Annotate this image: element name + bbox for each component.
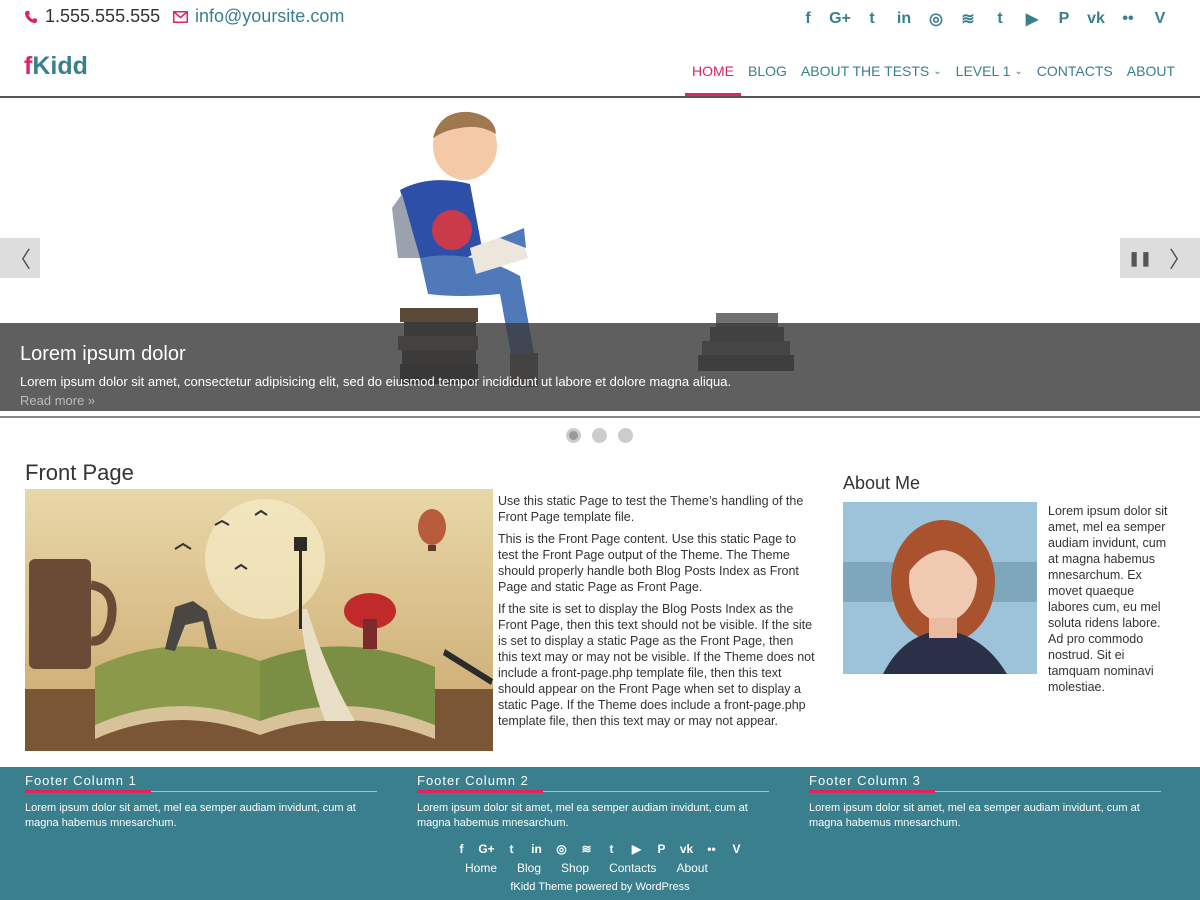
nav-item-label: HOME (691, 63, 734, 79)
nav-item-label: CONTACTS (1036, 63, 1113, 79)
main-navigation: HOME BLOG ABOUT THE TESTS ⌄ LEVEL 1 ⌄ CONTACTS… (684, 46, 1182, 96)
page-title: Front Page (25, 460, 134, 485)
pinterest-icon[interactable]: P (649, 841, 674, 857)
top-bar: 1.555.555.555 info@yoursite.com f G+ t in ◎ ≋… (0, 0, 1200, 36)
phone-contact[interactable]: 1.555.555.555 (24, 6, 160, 27)
rss-icon[interactable]: ≋ (574, 841, 599, 857)
slide-text: Lorem ipsum dolor sit amet, consectetur … (20, 374, 732, 389)
footer-link-contacts[interactable]: Contacts (599, 861, 666, 875)
footer-column-title: Footer Column 1 (25, 773, 377, 793)
email-address: info@yoursite.com (195, 6, 345, 26)
content-paragraph: This is the Front Page content. Use this… (498, 532, 799, 594)
nav-item-contacts[interactable]: CONTACTS (1030, 46, 1120, 96)
rss-icon[interactable]: ≋ (952, 8, 984, 30)
vk-icon[interactable]: vk (1080, 8, 1112, 30)
slider-dot[interactable] (566, 428, 581, 443)
pause-icon: ❚❚ (1128, 249, 1152, 266)
about-me-title: About Me (843, 473, 921, 493)
content-paragraph: If the site is set to display the Blog P… (498, 602, 815, 728)
pinterest-icon[interactable]: P (1048, 8, 1080, 30)
footer-column-title: Footer Column 3 (809, 773, 1161, 793)
slider-pagination (566, 428, 633, 443)
facebook-icon[interactable]: f (449, 841, 474, 857)
flickr-icon[interactable]: •• (699, 841, 724, 857)
slider-pause-button[interactable]: ❚❚ (1120, 238, 1160, 278)
phone-icon (24, 10, 38, 24)
content-paragraph: Use this static Page to test the Theme’s… (498, 494, 804, 524)
nav-item-level-1[interactable]: LEVEL 1 ⌄ (949, 46, 1030, 96)
page-content: Use this static Page to test the Theme’s… (498, 493, 816, 735)
slider-prev-button[interactable]: 〈 (0, 238, 40, 278)
vine-icon[interactable]: V (1144, 8, 1176, 30)
linkedin-icon[interactable]: in (888, 8, 920, 30)
social-icons-header: f G+ t in ◎ ≋ t ▶ Pvk •• V (792, 8, 1176, 30)
footer-column-title: Footer Column 2 (417, 773, 769, 793)
slider-dot[interactable] (618, 428, 633, 443)
nav-item-label: LEVEL 1 (955, 63, 1011, 79)
linkedin-icon[interactable]: in (524, 841, 549, 857)
featured-image (25, 489, 493, 751)
google-plus-icon[interactable]: G+ (474, 841, 499, 857)
nav-item-about[interactable]: ABOUT (1120, 46, 1182, 96)
twitter-icon[interactable]: t (499, 841, 524, 857)
footer-column-3: Footer Column 3 Lorem ipsum dolor sit am… (809, 773, 1161, 831)
social-icons-footer: f G+ t in ◎ ≋ t ▶ Pvk •• V (449, 841, 749, 857)
about-me-photo (843, 502, 1037, 674)
slider-next-button[interactable]: 〉 (1160, 238, 1200, 278)
slider-divider (0, 416, 1200, 418)
footer-link-shop[interactable]: Shop (551, 861, 599, 875)
logo-part-2: Kidd (32, 52, 88, 80)
site-header: fKidd HOME BLOG ABOUT THE TESTS ⌄ LEVEL 1 ⌄ CO… (0, 46, 1200, 96)
about-me-text: Lorem ipsum dolor sit amet, mel ea sempe… (1048, 504, 1168, 694)
slider-dot[interactable] (592, 428, 607, 443)
nav-item-blog[interactable]: BLOG (741, 46, 794, 96)
footer-link-blog[interactable]: Blog (507, 861, 551, 875)
slide-read-more-link[interactable]: Read more » (20, 393, 1180, 408)
nav-item-label: ABOUT (1126, 63, 1175, 79)
footer-column-1: Footer Column 1 Lorem ipsum dolor sit am… (25, 773, 377, 831)
tumblr-icon[interactable]: t (599, 841, 624, 857)
instagram-icon[interactable]: ◎ (549, 841, 574, 857)
chevron-right-icon: 〉 (1168, 247, 1191, 272)
chevron-left-icon: 〈 (8, 247, 31, 272)
slide-caption: Lorem ipsum dolor Lorem ipsum dolor sit … (0, 323, 1200, 411)
footer-navigation: Home Blog Shop Contacts About (455, 861, 718, 875)
vine-icon[interactable]: V (724, 841, 749, 857)
footer-column-text: Lorem ipsum dolor sit amet, mel ea sempe… (417, 802, 748, 829)
instagram-icon[interactable]: ◎ (920, 8, 952, 30)
facebook-icon[interactable]: f (792, 8, 824, 30)
youtube-icon[interactable]: ▶ (1016, 8, 1048, 30)
chevron-down-icon: ⌄ (1014, 65, 1023, 77)
twitter-icon[interactable]: t (856, 8, 888, 30)
nav-item-label: BLOG (747, 63, 787, 79)
slide-title: Lorem ipsum dolor (20, 343, 186, 365)
envelope-icon (173, 10, 188, 23)
hero-slider: 〈 ❚❚ 〉 Lorem ipsum dolor Lorem ipsum dol… (0, 98, 1200, 416)
tumblr-icon[interactable]: t (984, 8, 1016, 30)
youtube-icon[interactable]: ▶ (624, 841, 649, 857)
nav-item-label: ABOUT THE TESTS (800, 63, 930, 79)
nav-item-home[interactable]: HOME (684, 46, 741, 96)
flickr-icon[interactable]: •• (1112, 8, 1144, 30)
vk-icon[interactable]: vk (674, 841, 699, 857)
google-plus-icon[interactable]: G+ (824, 8, 856, 30)
footer-column-text: Lorem ipsum dolor sit amet, mel ea sempe… (25, 802, 356, 829)
site-logo[interactable]: fKidd (24, 52, 88, 81)
footer-link-about[interactable]: About (666, 861, 717, 875)
chevron-down-icon: ⌄ (933, 65, 942, 77)
nav-item-about-the-tests[interactable]: ABOUT THE TESTS ⌄ (794, 46, 949, 96)
footer-column-text: Lorem ipsum dolor sit amet, mel ea sempe… (809, 802, 1140, 829)
email-contact[interactable]: info@yoursite.com (173, 6, 344, 27)
footer-link-home[interactable]: Home (455, 861, 507, 875)
footer-column-2: Footer Column 2 Lorem ipsum dolor sit am… (417, 773, 769, 831)
phone-number: 1.555.555.555 (45, 6, 161, 26)
site-footer: Footer Column 1 Lorem ipsum dolor sit am… (0, 767, 1200, 900)
footer-credit: fKidd Theme powered by WordPress (510, 881, 690, 893)
